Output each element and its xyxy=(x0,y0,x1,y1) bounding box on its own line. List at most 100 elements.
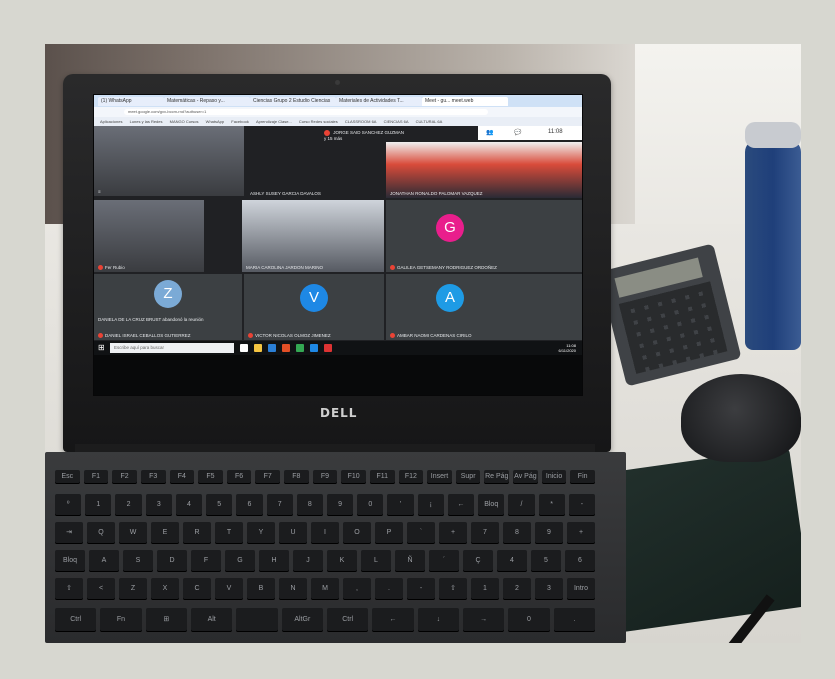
keyboard-key[interactable]: + xyxy=(567,522,595,544)
keyboard-key[interactable]: L xyxy=(361,550,391,572)
file-explorer-icon[interactable] xyxy=(254,344,262,352)
participant-tile[interactable]: G GALILEA GETSEMANY RODRIGUEZ ORDOÑEZ xyxy=(386,200,582,272)
keyboard-key[interactable]: - xyxy=(407,578,435,600)
keyboard-key[interactable]: Bloq Num xyxy=(478,494,505,530)
keyboard-key[interactable]: I xyxy=(311,522,339,544)
keyboard-key[interactable]: 4 xyxy=(175,494,203,516)
keyboard-key[interactable]: Alt xyxy=(191,608,233,632)
keyboard-key[interactable]: J xyxy=(293,550,323,572)
taskbar-clock[interactable]: 11:08 6/11/2020 xyxy=(559,343,577,353)
keyboard-key[interactable]: Ç xyxy=(463,550,493,572)
participant-tile[interactable]: V VICTOR NICOLAS OLMOZ JIMENEZ xyxy=(244,274,384,340)
keyboard-key[interactable]: < xyxy=(87,578,115,600)
keyboard-key[interactable]: N xyxy=(279,578,307,600)
bookmark-item[interactable]: CIENCIAS 6A xyxy=(384,117,409,126)
keyboard-key[interactable]: ⊞ xyxy=(145,608,187,632)
browser-tab-active[interactable]: Meet - gu... meet.web xyxy=(422,97,508,106)
keyboard-key[interactable] xyxy=(236,608,278,632)
keyboard-key[interactable]: F4 xyxy=(169,470,195,484)
keyboard-key[interactable]: Q xyxy=(87,522,115,544)
keyboard-key[interactable]: F3 xyxy=(140,470,166,484)
keyboard-key[interactable]: ¡ xyxy=(417,494,444,516)
keyboard-key[interactable]: S xyxy=(123,550,153,572)
keyboard-key[interactable]: 6 xyxy=(236,494,263,516)
bookmark-item[interactable]: Facebook xyxy=(231,117,249,126)
keyboard-key[interactable]: G xyxy=(225,550,255,572)
keyboard-key[interactable]: 8 xyxy=(296,494,323,516)
keyboard-key[interactable]: . xyxy=(553,608,595,632)
participant-tile[interactable]: JONATHAN RONALDO PALOMAR VAZQUEZ xyxy=(386,142,582,198)
keyboard-key[interactable]: K xyxy=(327,550,357,572)
bookmark-item[interactable]: Lunes y las Redes xyxy=(130,117,163,126)
keyboard-key[interactable]: ´ xyxy=(429,550,459,572)
keyboard-key[interactable]: H xyxy=(259,550,289,572)
keyboard-key[interactable]: Ctrl xyxy=(55,608,97,632)
participant-tile[interactable]: ASHLY SUSEY GARCIA DAVALOS xyxy=(246,142,384,198)
keyboard-key[interactable]: B xyxy=(247,578,275,600)
keyboard-key[interactable]: 5 xyxy=(206,494,233,516)
keyboard-key[interactable]: - xyxy=(568,494,595,516)
browser-tab[interactable]: Matemáticas - Repaso y... xyxy=(164,97,250,106)
keyboard-key[interactable]: ← xyxy=(447,494,475,516)
keyboard-key[interactable]: X xyxy=(151,578,179,600)
keyboard-key[interactable]: → xyxy=(463,608,505,632)
keyboard-key[interactable]: / xyxy=(508,494,535,516)
keyboard-key[interactable]: 4 xyxy=(497,550,527,572)
keyboard-key[interactable]: ↓ xyxy=(417,608,459,632)
participant-tile[interactable]: Fer Rubio xyxy=(94,200,204,272)
keyboard-key[interactable]: F1 xyxy=(83,470,109,484)
bookmark-item[interactable]: WhatsApp xyxy=(206,117,224,126)
keyboard-key[interactable]: AltGr xyxy=(281,608,323,632)
office-icon[interactable] xyxy=(282,344,290,352)
keyboard-key[interactable]: , xyxy=(343,578,371,600)
keyboard-key[interactable]: O xyxy=(343,522,371,544)
app-icon[interactable] xyxy=(324,344,332,352)
chat-icon[interactable]: 💬 xyxy=(514,129,521,136)
participant-tile[interactable]: ≡ xyxy=(94,126,244,196)
keyboard-key[interactable]: E xyxy=(151,522,179,544)
store-icon[interactable] xyxy=(310,344,318,352)
keyboard-key[interactable]: F xyxy=(191,550,221,572)
keyboard-key[interactable]: A xyxy=(89,550,119,572)
keyboard-key[interactable]: º xyxy=(55,494,82,516)
participant-tile[interactable]: Z DANIELA DE LA CRUZ BRUST abandonó la r… xyxy=(94,274,242,340)
keyboard-key[interactable]: 8 xyxy=(503,522,531,544)
keyboard-key[interactable]: Esc xyxy=(55,470,80,484)
task-view-icon[interactable] xyxy=(240,344,248,352)
keyboard-key[interactable]: F12 xyxy=(398,470,424,484)
browser-tab[interactable]: (1) WhatsApp xyxy=(98,97,164,106)
keyboard-key[interactable]: Z xyxy=(119,578,147,600)
keyboard-key[interactable]: Insert xyxy=(427,470,452,484)
keyboard-key[interactable]: Y xyxy=(247,522,275,544)
keyboard-key[interactable]: * xyxy=(538,494,565,516)
keyboard-key[interactable]: . xyxy=(375,578,403,600)
participant-tile[interactable]: MARIA CAROLINA JARDON MARINO xyxy=(242,200,384,272)
keyboard-key[interactable]: 2 xyxy=(503,578,531,600)
keyboard-key[interactable]: + xyxy=(439,522,467,544)
keyboard-key[interactable]: ⇥ xyxy=(55,522,83,544)
keyboard-key[interactable]: ⇧ xyxy=(55,578,83,600)
keyboard-key[interactable]: 1 xyxy=(85,494,112,516)
keyboard-key[interactable]: 7 xyxy=(471,522,499,544)
keyboard-key[interactable]: 0 xyxy=(508,608,550,632)
keyboard-key[interactable]: F2 xyxy=(112,470,137,484)
keyboard-key[interactable]: W xyxy=(119,522,147,544)
keyboard-key[interactable]: Av Pág xyxy=(513,470,538,484)
bookmark-item[interactable]: Aprendizaje Clase... xyxy=(256,117,292,126)
keyboard-key[interactable]: Supr xyxy=(455,470,481,484)
keyboard-key[interactable]: F7 xyxy=(255,470,281,484)
keyboard-key[interactable]: 0 xyxy=(357,494,384,516)
keyboard-key[interactable]: F8 xyxy=(284,470,309,484)
keyboard-key[interactable]: M xyxy=(311,578,339,600)
keyboard-key[interactable]: 3 xyxy=(145,494,172,516)
keyboard-key[interactable]: C xyxy=(183,578,211,600)
keyboard-key[interactable]: Inicio xyxy=(541,470,567,484)
keyboard-key[interactable]: U xyxy=(279,522,307,544)
keyboard-key[interactable]: ` xyxy=(407,522,435,544)
bookmark-item[interactable]: CULTURAL 6A xyxy=(416,117,443,126)
keyboard-key[interactable]: V xyxy=(215,578,243,600)
keyboard-key[interactable]: Intro xyxy=(567,578,595,600)
windows-start-icon[interactable]: ⊞ xyxy=(98,344,106,352)
url-field[interactable]: meet.google.com/gxx-bccm-rnd?authuser=1 xyxy=(124,109,488,115)
keyboard-key[interactable]: 2 xyxy=(115,494,142,516)
